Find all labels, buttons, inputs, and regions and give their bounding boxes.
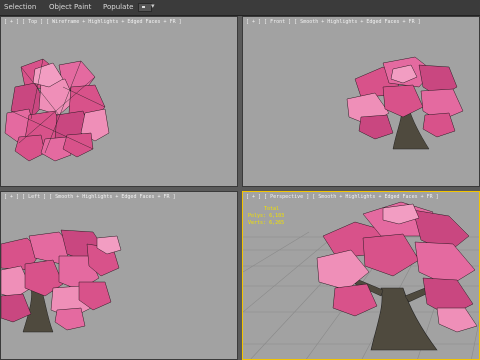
viewport-front[interactable]: [ + ] [ Front ] [ Smooth + Highlights + … bbox=[242, 16, 480, 187]
scene-statistics: Total Polys: 6,103 Verts: 6,265 bbox=[248, 206, 284, 227]
stats-polys: Polys: 6,103 bbox=[248, 213, 284, 220]
polys-label: Polys: bbox=[248, 213, 267, 219]
stats-verts: Verts: 6,265 bbox=[248, 220, 284, 227]
viewport-label[interactable]: [ + ] [ Top ] [ Wireframe + Highlights +… bbox=[4, 19, 182, 26]
tab-selection[interactable]: Selection bbox=[4, 2, 36, 12]
viewport-top[interactable]: [ + ] [ Top ] [ Wireframe + Highlights +… bbox=[0, 16, 238, 187]
polys-value: 6,103 bbox=[269, 213, 285, 219]
tree-left-view bbox=[1, 229, 122, 333]
viewport-label[interactable]: [ + ] [ Front ] [ Smooth + Highlights + … bbox=[246, 19, 421, 26]
viewport-label[interactable]: [ + ] [ Perspective ] [ Smooth + Highlig… bbox=[246, 194, 439, 201]
viewport-left[interactable]: [ + ] [ Left ] [ Smooth + Highlights + E… bbox=[0, 191, 238, 360]
verts-label: Verts: bbox=[248, 220, 267, 226]
stats-title: Total bbox=[264, 206, 280, 212]
tree-top-view bbox=[4, 58, 110, 162]
ribbon-tabs: Selection Object Paint Populate ▾ bbox=[0, 0, 480, 16]
chevron-down-icon[interactable]: ▾ bbox=[151, 1, 155, 11]
viewport-perspective[interactable]: [ + ] [ Perspective ] [ Smooth + Highlig… bbox=[242, 191, 480, 360]
display-options-icon[interactable] bbox=[138, 3, 152, 12]
tab-populate[interactable]: Populate bbox=[103, 2, 133, 12]
tree-front-view bbox=[346, 56, 464, 150]
tab-object-paint[interactable]: Object Paint bbox=[49, 2, 91, 12]
verts-value: 6,265 bbox=[269, 220, 285, 226]
viewport-label[interactable]: [ + ] [ Left ] [ Smooth + Highlights + E… bbox=[4, 194, 176, 201]
